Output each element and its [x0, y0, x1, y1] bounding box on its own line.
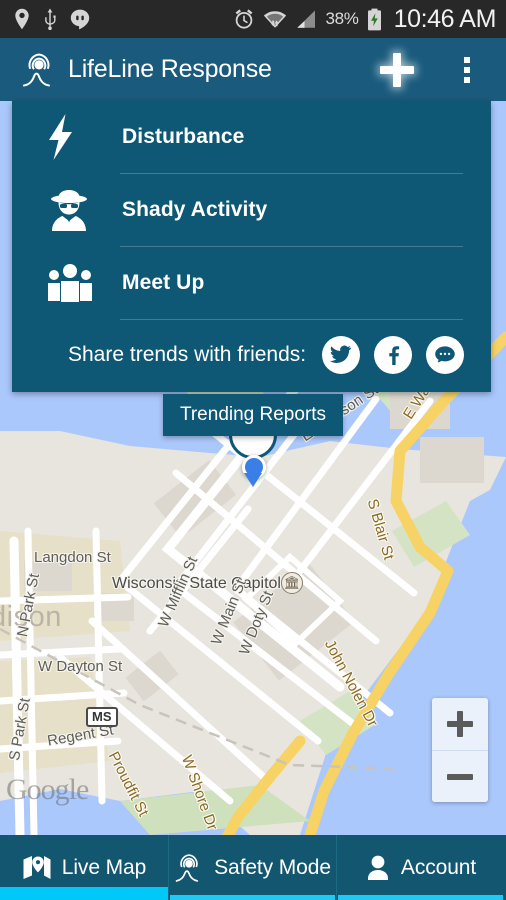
panel-item-meet-up[interactable]: Meet Up	[12, 247, 491, 319]
twitter-icon[interactable]	[322, 336, 361, 374]
bottom-navigation: Live Map Safety Mode Account	[0, 835, 506, 900]
people-group-icon	[46, 263, 104, 303]
app-root: 38% 10:46 AM LifeLine Response St E S Bl…	[0, 0, 506, 900]
share-icon-group	[322, 336, 465, 374]
app-bar-actions	[376, 49, 490, 91]
beacon-icon	[23, 52, 50, 86]
share-trends-label: Share trends with friends:	[68, 343, 307, 366]
zoom-out-button[interactable]	[432, 750, 488, 802]
status-bar-right-icons: 38% 10:46 AM	[233, 5, 496, 34]
alarm-icon	[236, 9, 253, 29]
share-trends-row: Share trends with friends:	[12, 320, 491, 392]
location-pin-icon	[15, 8, 29, 30]
app-title: LifeLine Response	[68, 55, 272, 83]
nav-tab-account[interactable]: Account	[337, 835, 504, 900]
nav-tab-label: Safety Mode	[214, 855, 331, 879]
nav-tab-safety-mode[interactable]: Safety Mode	[168, 835, 337, 900]
clock-label: 10:46 AM	[393, 4, 497, 33]
map-pin-icon	[23, 855, 51, 879]
cell-signal-icon	[297, 10, 316, 28]
usb-icon	[45, 8, 56, 30]
status-bar: 38% 10:46 AM	[0, 0, 506, 38]
wifi-icon	[264, 11, 287, 28]
google-attribution: Google	[6, 773, 89, 806]
trending-reports-panel: Disturbance Shady Activity Meet Up Share…	[12, 101, 491, 392]
map-zoom-controls[interactable]	[432, 698, 488, 802]
overflow-dot	[464, 76, 470, 83]
panel-item-label: Meet Up	[122, 271, 205, 294]
panel-item-shady-activity[interactable]: Shady Activity	[12, 174, 491, 246]
facebook-icon[interactable]	[374, 336, 413, 374]
nav-tab-live-map[interactable]: Live Map	[0, 835, 168, 900]
nav-tab-label: Account	[400, 855, 477, 879]
nav-tab-label: Live Map	[61, 855, 147, 879]
detective-icon	[46, 188, 104, 232]
trending-reports-tab[interactable]: Trending Reports	[163, 394, 343, 436]
app-brand: LifeLine Response	[22, 52, 272, 88]
status-bar-left-icons	[14, 8, 90, 30]
panel-item-disturbance[interactable]: Disturbance	[12, 101, 491, 173]
panel-item-label: Shady Activity	[122, 198, 268, 221]
panel-item-label: Disturbance	[122, 125, 245, 148]
overflow-menu-button[interactable]	[454, 50, 480, 90]
battery-charging-icon	[367, 8, 381, 30]
zoom-in-button[interactable]	[432, 698, 488, 750]
add-report-button[interactable]	[376, 49, 418, 91]
overflow-dot	[464, 56, 470, 63]
app-bar: LifeLine Response	[0, 38, 506, 101]
message-icon[interactable]	[426, 336, 465, 374]
battery-percent-label: 38%	[325, 9, 359, 28]
lightning-bolt-icon	[46, 113, 104, 161]
person-icon	[367, 855, 388, 880]
capitol-poi-icon: 🏛	[281, 572, 303, 594]
route-shield-ms: MS	[86, 707, 118, 728]
hangouts-icon	[70, 9, 90, 29]
overflow-dot	[464, 66, 470, 73]
beacon-icon	[175, 853, 199, 882]
user-heading-arrow	[244, 473, 262, 487]
